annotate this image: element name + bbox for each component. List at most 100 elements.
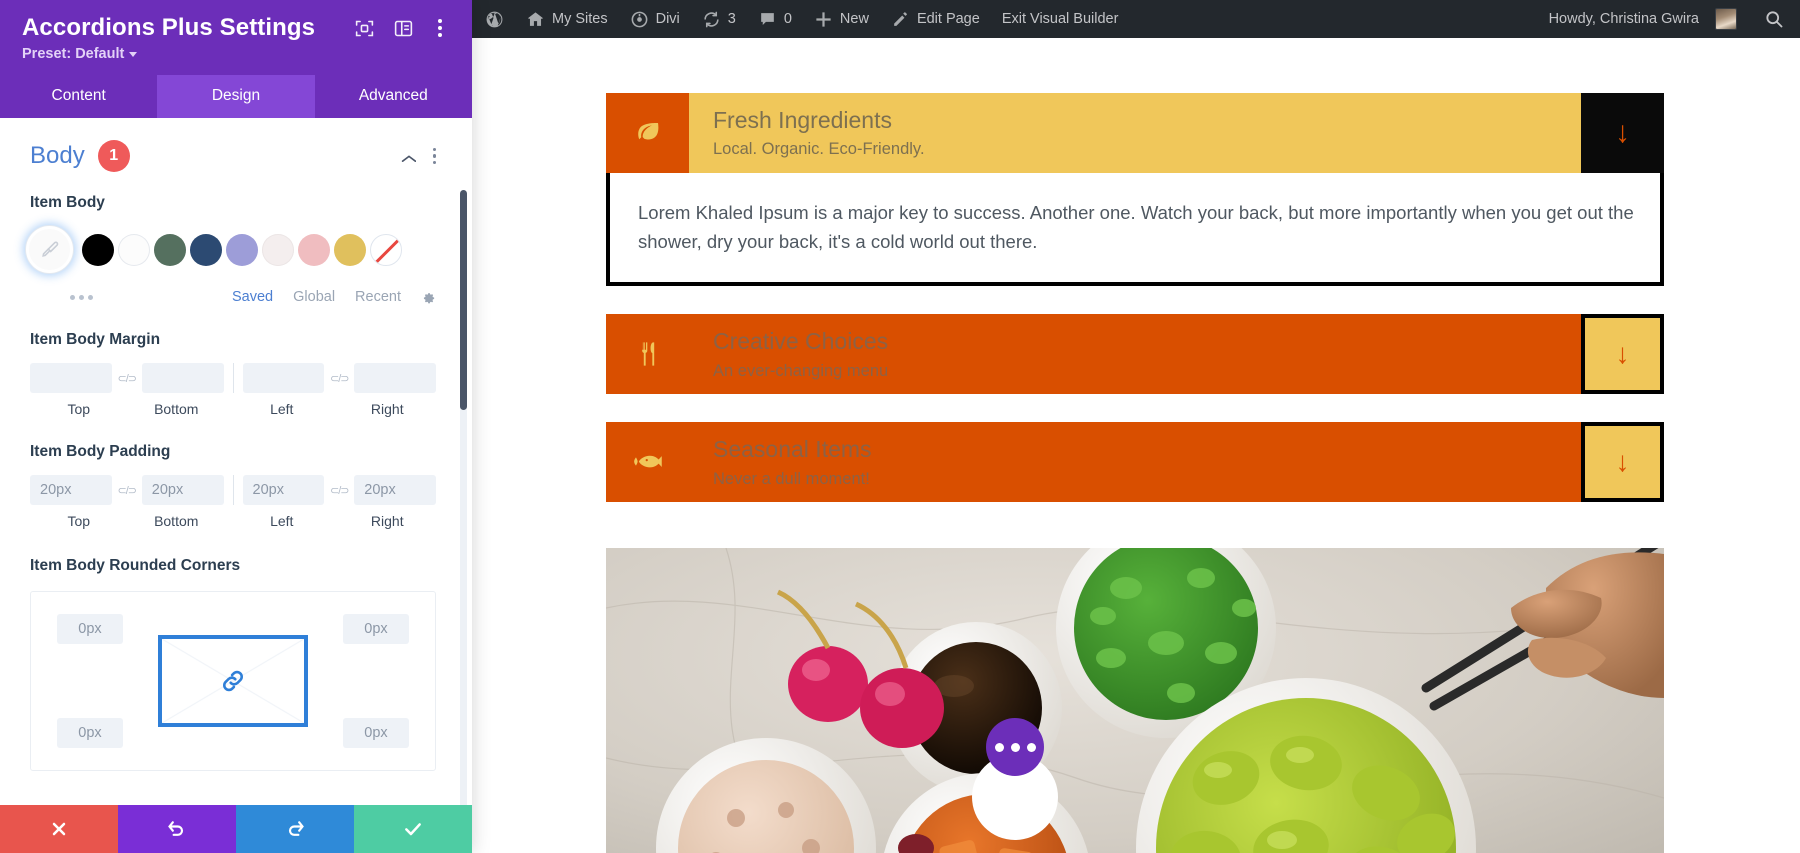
margin-link-vertical-icon[interactable]: ⊂/⊃ bbox=[112, 372, 142, 385]
undo-icon bbox=[168, 821, 184, 836]
section-more-options-icon[interactable] bbox=[432, 147, 436, 165]
my-sites-label: My Sites bbox=[552, 11, 608, 27]
avatar bbox=[1715, 8, 1737, 30]
page-canvas: Fresh Ingredients Local. Organic. Eco-Fr… bbox=[472, 38, 1800, 853]
tab-content[interactable]: Content bbox=[0, 75, 157, 118]
item-body-rounded-corners-group: Item Body Rounded Corners 0px 0px 0px 0p… bbox=[30, 557, 436, 771]
food-photo-graphic bbox=[606, 548, 1664, 853]
edit-page-menu[interactable]: Edit Page bbox=[880, 0, 991, 38]
swatch-tab-global[interactable]: Global bbox=[293, 289, 335, 305]
fish-icon bbox=[606, 422, 689, 503]
padding-link-horizontal-icon[interactable]: ⊂/⊃ bbox=[324, 484, 354, 497]
swatch-gold[interactable] bbox=[334, 233, 366, 266]
padding-top-input[interactable] bbox=[30, 475, 112, 505]
margin-labels-row: Top Bottom Left Right bbox=[30, 401, 436, 417]
panel-header: Accordions Plus Settings Preset: Default bbox=[0, 0, 472, 75]
swatch-offwhite[interactable] bbox=[262, 233, 294, 266]
swatch-tab-recent[interactable]: Recent bbox=[355, 289, 401, 305]
section-header-body[interactable]: Body 1 bbox=[30, 140, 436, 172]
accordion-toggle-button[interactable]: ↓ bbox=[1581, 314, 1664, 395]
item-body-padding-label: Item Body Padding bbox=[30, 443, 171, 460]
padding-left-input[interactable] bbox=[242, 475, 325, 505]
color-picker-button[interactable] bbox=[26, 226, 73, 273]
accordion-title: Fresh Ingredients bbox=[713, 106, 892, 133]
padding-right-input[interactable] bbox=[354, 475, 436, 505]
swatch-navy[interactable] bbox=[190, 233, 222, 266]
accordion-toggle-button[interactable]: ↓ bbox=[1581, 422, 1664, 503]
tab-advanced[interactable]: Advanced bbox=[315, 75, 472, 118]
corner-top-left-input[interactable]: 0px bbox=[57, 614, 123, 644]
panel-scrollbar-thumb[interactable] bbox=[460, 190, 467, 410]
swatch-none[interactable] bbox=[370, 233, 402, 266]
swatch-white[interactable] bbox=[118, 233, 150, 266]
comment-icon bbox=[758, 10, 777, 29]
padding-left-label: Left bbox=[270, 513, 294, 529]
undo-button[interactable] bbox=[118, 805, 236, 853]
ellipsis-icon bbox=[994, 742, 1004, 752]
margin-bottom-input[interactable] bbox=[141, 363, 224, 393]
accordion-header[interactable]: Fresh Ingredients Local. Organic. Eco-Fr… bbox=[606, 93, 1664, 173]
page-title: Accordions Plus Settings bbox=[22, 14, 316, 41]
corner-top-right-input[interactable]: 0px bbox=[343, 614, 409, 644]
accordion-titles: Creative Choices An ever-changing menu bbox=[689, 314, 1581, 394]
divider bbox=[232, 475, 234, 505]
padding-bottom-input[interactable] bbox=[141, 475, 224, 505]
food-photo bbox=[606, 548, 1664, 853]
arrow-down-icon: ↓ bbox=[1615, 338, 1630, 370]
focus-icon[interactable] bbox=[354, 18, 375, 39]
margin-link-horizontal-icon[interactable]: ⊂/⊃ bbox=[324, 372, 354, 385]
wordpress-logo-icon[interactable] bbox=[472, 0, 515, 38]
swatch-green[interactable] bbox=[154, 233, 186, 266]
account-menu[interactable]: Howdy, Christina Gwira bbox=[1536, 0, 1748, 38]
rounded-corners-control: 0px 0px 0px 0px bbox=[30, 591, 436, 771]
comments-menu[interactable]: 0 bbox=[747, 0, 803, 38]
edit-page-label: Edit Page bbox=[916, 11, 980, 27]
exit-visual-builder[interactable]: Exit Visual Builder bbox=[991, 0, 1130, 38]
section-title: Body bbox=[30, 142, 85, 169]
accordion-header[interactable]: Creative Choices An ever-changing menu ↓ bbox=[606, 314, 1664, 395]
gear-icon[interactable] bbox=[421, 290, 436, 305]
updates-icon bbox=[702, 10, 721, 29]
close-icon bbox=[52, 822, 66, 836]
accordion-subtitle: Local. Organic. Eco-Friendly. bbox=[713, 140, 925, 159]
item-body-padding-group: Item Body Padding ⊂/⊃ ⊂/⊃ bbox=[30, 443, 436, 529]
plus-icon bbox=[814, 10, 833, 29]
accordion-body: Lorem Khaled Ipsum is a major key to suc… bbox=[606, 173, 1664, 287]
swatch-more-icon[interactable] bbox=[70, 294, 93, 300]
accordion-item-seasonal-items: Seasonal Items Never a dull moment! ↓ bbox=[606, 422, 1664, 503]
layout-toggle-icon[interactable] bbox=[393, 18, 414, 39]
redo-button[interactable] bbox=[236, 805, 354, 853]
accordion-toggle-button[interactable]: ↓ bbox=[1581, 93, 1664, 173]
preset-selector[interactable]: Preset: Default bbox=[22, 46, 138, 62]
panel-scroll-content: Body 1 Item Body Saved Global Recent Ite… bbox=[0, 118, 472, 781]
accordion-title: Seasonal Items bbox=[713, 436, 872, 463]
cancel-button[interactable] bbox=[0, 805, 118, 853]
panel-header-actions bbox=[354, 17, 450, 39]
more-options-icon[interactable] bbox=[432, 17, 448, 39]
padding-link-vertical-icon[interactable]: ⊂/⊃ bbox=[112, 484, 142, 497]
swatch-pink[interactable] bbox=[298, 233, 330, 266]
corner-bottom-right-input[interactable]: 0px bbox=[343, 718, 409, 748]
new-content-menu[interactable]: New bbox=[803, 0, 880, 38]
corner-bottom-left-input[interactable]: 0px bbox=[57, 718, 123, 748]
margin-top-input[interactable] bbox=[30, 363, 112, 393]
link-icon[interactable] bbox=[219, 667, 247, 695]
chevron-up-icon[interactable] bbox=[401, 151, 417, 163]
divi-options-fab[interactable] bbox=[986, 718, 1044, 776]
redo-icon bbox=[288, 821, 304, 836]
swatch-black[interactable] bbox=[82, 233, 114, 266]
divi-menu[interactable]: Divi bbox=[619, 0, 691, 38]
my-sites-menu[interactable]: My Sites bbox=[515, 0, 619, 38]
margin-left-input[interactable] bbox=[242, 363, 325, 393]
panel-body: Body 1 Item Body Saved Global Recent Ite… bbox=[0, 118, 472, 805]
comments-count: 0 bbox=[783, 11, 792, 27]
accordion-header[interactable]: Seasonal Items Never a dull moment! ↓ bbox=[606, 422, 1664, 503]
margin-right-input[interactable] bbox=[354, 363, 436, 393]
tab-design[interactable]: Design bbox=[157, 75, 315, 118]
search-icon[interactable] bbox=[1764, 9, 1784, 29]
swatch-periwinkle[interactable] bbox=[226, 233, 258, 266]
save-button[interactable] bbox=[354, 805, 472, 853]
updates-menu[interactable]: 3 bbox=[691, 0, 747, 38]
accordion-titles: Fresh Ingredients Local. Organic. Eco-Fr… bbox=[689, 93, 1581, 173]
swatch-tab-saved[interactable]: Saved bbox=[232, 289, 273, 305]
